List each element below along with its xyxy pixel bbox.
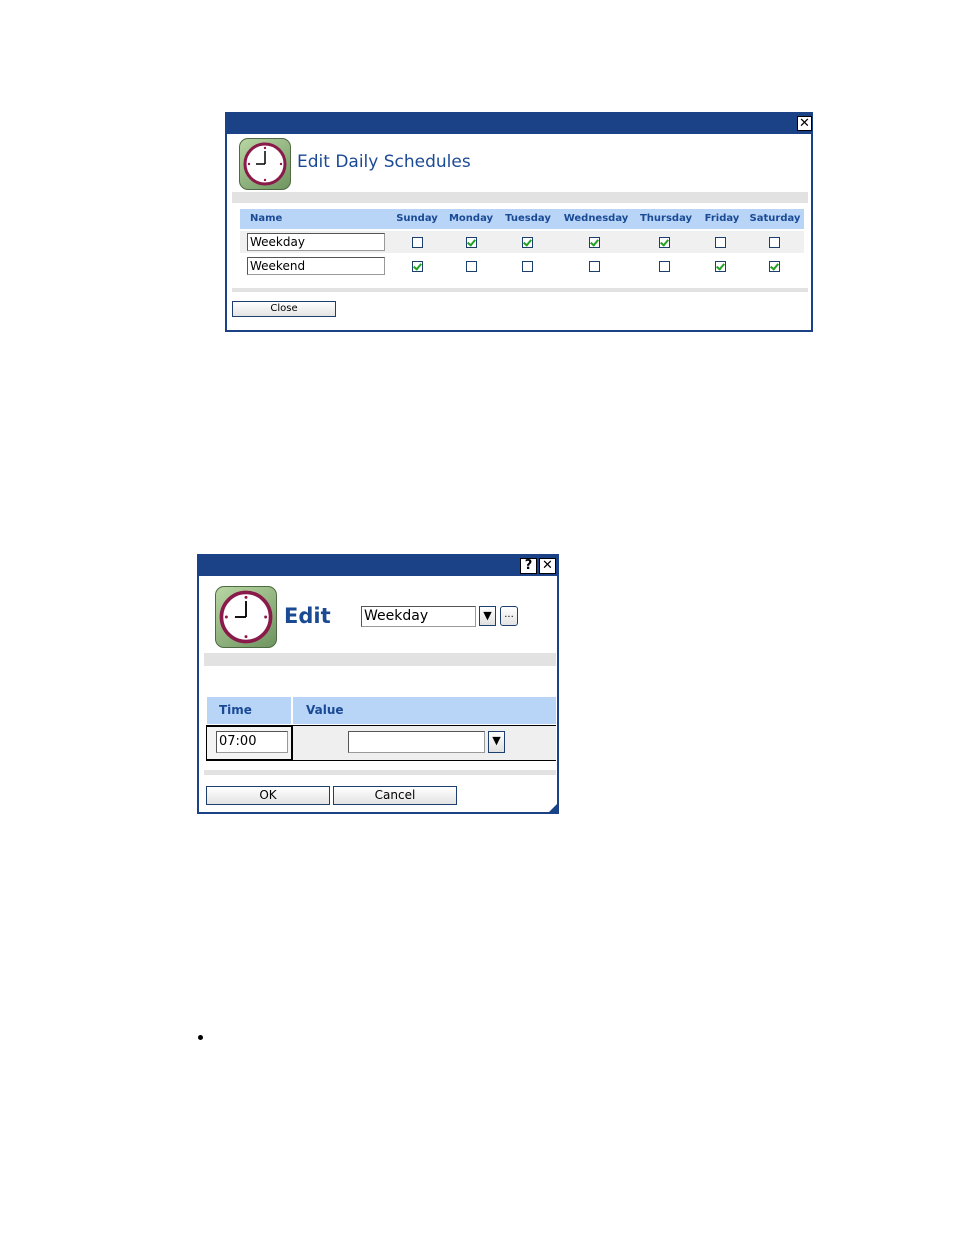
column-header-monday: Monday xyxy=(448,213,494,224)
schedule-table-header: Name Sunday Monday Tuesday Wednesday Thu… xyxy=(240,209,804,229)
column-header-thursday: Thursday xyxy=(639,213,693,224)
weekend-wednesday-checkbox[interactable] xyxy=(589,261,600,272)
time-input[interactable]: 07:00 xyxy=(216,731,288,753)
resize-grip-icon[interactable] xyxy=(549,804,557,812)
cancel-button[interactable]: Cancel xyxy=(333,786,457,805)
weekend-sunday-checkbox[interactable] xyxy=(412,261,423,272)
clock-icon xyxy=(239,138,291,190)
weekend-monday-checkbox[interactable] xyxy=(466,261,477,272)
close-icon[interactable]: ✕ xyxy=(539,558,556,574)
edit-schedule-dialog: ? ✕ Edit Weekday ▼ ... Time Value 07:00 … xyxy=(197,554,559,814)
separator-bar xyxy=(232,288,808,292)
weekday-wednesday-checkbox[interactable] xyxy=(589,237,600,248)
weekday-friday-checkbox[interactable] xyxy=(715,237,726,248)
column-header-friday: Friday xyxy=(704,213,740,224)
ok-button[interactable]: OK xyxy=(206,786,330,805)
table-row: Weekend xyxy=(240,255,804,277)
column-header-value: Value xyxy=(306,703,344,717)
weekend-thursday-checkbox[interactable] xyxy=(659,261,670,272)
column-header-sunday: Sunday xyxy=(396,213,438,224)
browse-button[interactable]: ... xyxy=(500,606,518,626)
value-cell-divider xyxy=(292,726,293,760)
clock-icon xyxy=(215,586,277,648)
schedule-select[interactable]: Weekday xyxy=(361,606,476,627)
weekend-friday-checkbox[interactable] xyxy=(715,261,726,272)
column-header-wednesday: Wednesday xyxy=(563,213,629,224)
chevron-down-icon[interactable]: ▼ xyxy=(479,606,496,626)
value-select[interactable] xyxy=(348,731,485,753)
separator-bar xyxy=(232,192,808,203)
weekday-sunday-checkbox[interactable] xyxy=(412,237,423,248)
schedule-name-input[interactable]: Weekend xyxy=(247,257,385,275)
table-row: Weekday xyxy=(240,231,804,253)
weekday-saturday-checkbox[interactable] xyxy=(769,237,780,248)
dialog-title: Edit xyxy=(284,604,331,628)
separator-bar xyxy=(204,653,556,666)
weekend-tuesday-checkbox[interactable] xyxy=(522,261,533,272)
column-header-tuesday: Tuesday xyxy=(505,213,551,224)
dialog-title: Edit Daily Schedules xyxy=(297,152,471,172)
edit-daily-schedules-dialog: ✕ Edit Daily Schedules Name Sunday Monda… xyxy=(225,112,813,332)
weekday-tuesday-checkbox[interactable] xyxy=(522,237,533,248)
weekday-thursday-checkbox[interactable] xyxy=(659,237,670,248)
column-header-saturday: Saturday xyxy=(749,213,801,224)
title-bar: ✕ xyxy=(227,114,812,134)
table-row: 07:00 ▼ xyxy=(206,725,556,761)
schedule-name-input[interactable]: Weekday xyxy=(247,233,385,251)
weekend-saturday-checkbox[interactable] xyxy=(769,261,780,272)
close-button[interactable]: Close xyxy=(232,301,336,317)
title-bar: ? ✕ xyxy=(199,556,557,576)
chevron-down-icon[interactable]: ▼ xyxy=(488,731,505,753)
close-icon[interactable]: ✕ xyxy=(797,116,812,131)
column-header-name: Name xyxy=(250,213,283,224)
weekday-monday-checkbox[interactable] xyxy=(466,237,477,248)
separator-bar xyxy=(204,770,556,775)
column-header-time: Time xyxy=(219,703,252,717)
time-value-table-header: Time Value xyxy=(207,697,556,724)
list-bullet xyxy=(198,1035,203,1040)
help-icon[interactable]: ? xyxy=(520,558,537,574)
header-divider xyxy=(291,697,293,724)
